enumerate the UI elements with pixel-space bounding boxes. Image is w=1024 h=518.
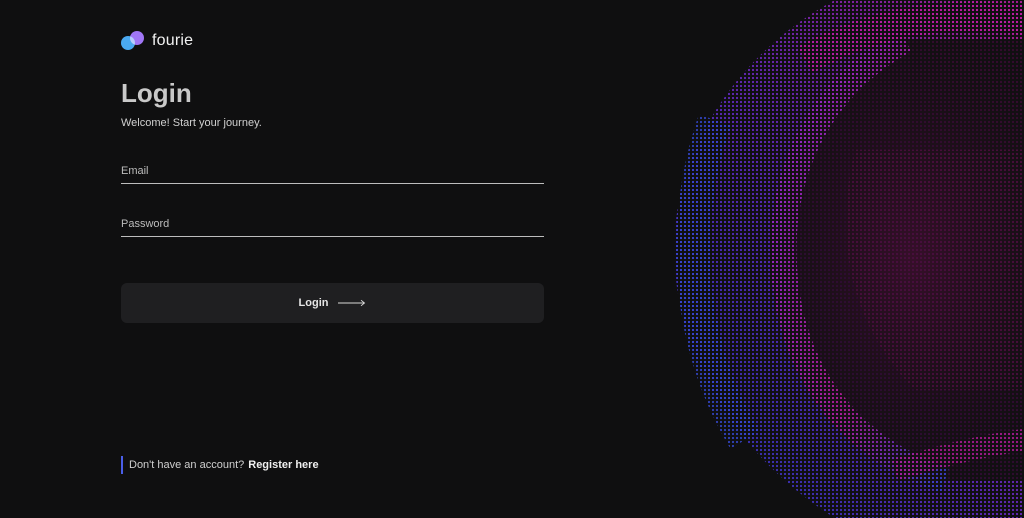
login-button[interactable]: Login bbox=[121, 283, 544, 323]
register-link[interactable]: Register here bbox=[248, 459, 318, 471]
wave-dots-graphic bbox=[655, 0, 1024, 518]
accent-bar bbox=[121, 456, 123, 474]
page-title: Login bbox=[121, 78, 192, 108]
brand-logo-icon bbox=[121, 30, 146, 52]
brand: fourie bbox=[121, 30, 193, 52]
register-prompt: Don't have an account? Register here bbox=[121, 456, 319, 474]
arrow-right-icon bbox=[338, 299, 366, 307]
register-text: Don't have an account? bbox=[129, 459, 245, 471]
brand-name: fourie bbox=[152, 32, 194, 49]
login-page: fourie Login Welcome! Start your journey… bbox=[0, 0, 1024, 518]
decorative-wave-art bbox=[655, 0, 1024, 518]
page-subtitle: Welcome! Start your journey. bbox=[121, 117, 262, 129]
email-input[interactable] bbox=[121, 159, 544, 183]
email-field bbox=[121, 159, 544, 184]
password-input[interactable] bbox=[121, 212, 544, 236]
password-field bbox=[121, 212, 544, 237]
login-button-label: Login bbox=[298, 297, 329, 309]
